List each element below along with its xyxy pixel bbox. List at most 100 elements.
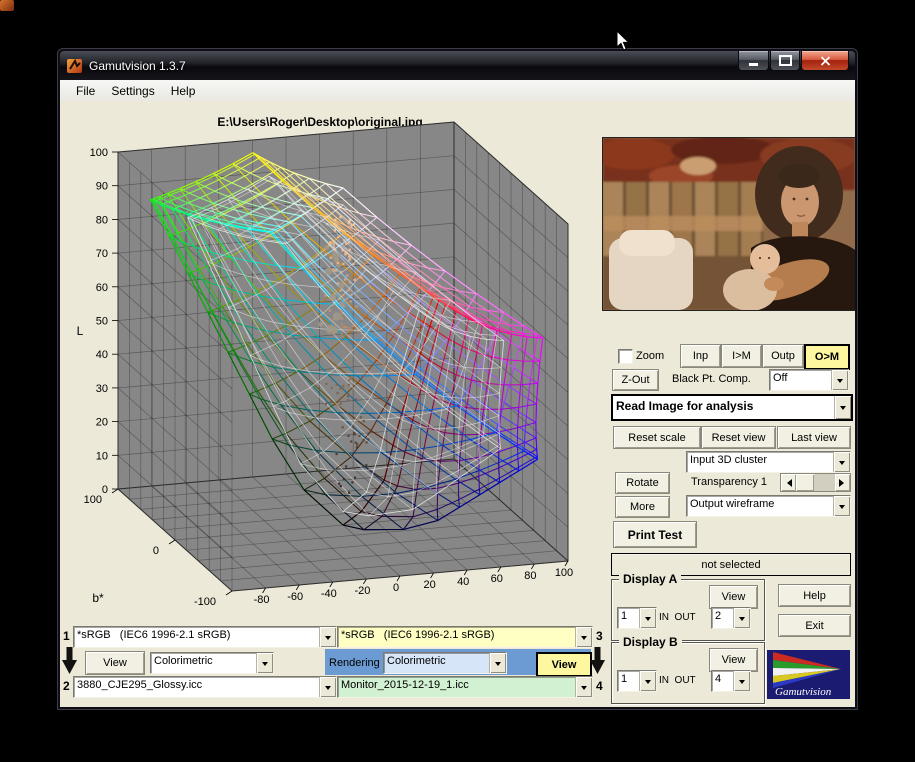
menu-file[interactable]: File	[68, 82, 103, 100]
svg-text:0: 0	[393, 582, 399, 594]
svg-text:L: L	[77, 324, 84, 338]
title-bar[interactable]: Gamutvision 1.3.7	[60, 51, 855, 80]
svg-text:70: 70	[96, 248, 108, 260]
output-display-value: Output wireframe	[687, 496, 833, 516]
svg-text:100: 100	[90, 147, 108, 159]
minimize-button[interactable]	[738, 51, 769, 71]
zoom-label: Zoom	[636, 350, 664, 362]
window-title: Gamutvision 1.3.7	[89, 59, 186, 73]
display-b-in-value: 1	[618, 671, 639, 691]
svg-text:30: 30	[96, 383, 108, 395]
o-m-button[interactable]: O>M	[804, 344, 850, 370]
menu-settings[interactable]: Settings	[103, 82, 162, 100]
analysis-mode-value: Read Image for analysis	[613, 396, 834, 419]
profile-1-select[interactable]: *sRGB (IEC6 1996-2.1 sRGB)	[73, 626, 337, 648]
desktop: { "window": { "title": "Gamutvision 1.3.…	[0, 0, 915, 762]
black-pt-comp-label: Black Pt. Comp.	[672, 373, 751, 385]
view-right-button[interactable]: View	[536, 652, 592, 677]
zoom-checkbox[interactable]	[618, 349, 633, 364]
svg-text:b*: b*	[92, 591, 104, 605]
display-a-in-select[interactable]: 1	[617, 607, 657, 629]
dropdown-arrow-icon[interactable]	[319, 627, 336, 647]
client-area: E:\Users\Roger\Desktop\original.jpg 1009…	[60, 101, 855, 707]
scroll-right-arrow-icon[interactable]	[835, 474, 850, 491]
outp-button[interactable]: Outp	[762, 344, 804, 368]
more-button[interactable]: More	[615, 496, 670, 518]
dropdown-arrow-icon[interactable]	[575, 627, 592, 647]
profile-2-value: 3880_CJE295_Glossy.icc	[74, 677, 319, 697]
dropdown-arrow-icon[interactable]	[733, 671, 750, 691]
profile-3-value: *sRGB (IEC6 1996-2.1 sRGB)	[338, 627, 575, 647]
intent-left-select[interactable]: Colorimetric	[150, 652, 274, 674]
last-view-button[interactable]: Last view	[777, 426, 851, 449]
flow-down-arrow-left-icon	[62, 647, 77, 674]
svg-text:-80: -80	[254, 594, 270, 606]
reset-scale-button[interactable]: Reset scale	[613, 426, 701, 449]
print-test-button[interactable]: Print Test	[613, 521, 697, 548]
display-a-title: Display A	[619, 572, 681, 586]
svg-text:100: 100	[555, 567, 573, 579]
black-pt-comp-value: Off	[770, 370, 831, 390]
gamut-3d-plot[interactable]: 1009080706050403020100-80-60-40-20020406…	[60, 109, 600, 624]
rotate-button[interactable]: Rotate	[615, 472, 670, 494]
reset-view-button[interactable]: Reset view	[701, 426, 776, 449]
profile-3-select[interactable]: *sRGB (IEC6 1996-2.1 sRGB)	[337, 626, 593, 648]
display-a-in-value: 1	[618, 608, 639, 628]
svg-text:-40: -40	[321, 588, 337, 600]
dropdown-arrow-icon[interactable]	[489, 653, 506, 673]
profile-2-select[interactable]: 3880_CJE295_Glossy.icc	[73, 676, 337, 698]
dropdown-arrow-icon[interactable]	[256, 653, 273, 673]
maximize-button[interactable]	[770, 51, 800, 71]
mouse-cursor	[616, 30, 631, 52]
slot-1-label: 1	[63, 629, 70, 643]
dropdown-arrow-icon[interactable]	[733, 608, 750, 628]
scrollbar-thumb[interactable]	[796, 474, 814, 491]
minimize-icon	[749, 63, 758, 66]
svg-text:-60: -60	[287, 591, 303, 603]
svg-text:40: 40	[96, 349, 108, 361]
svg-text:100: 100	[84, 494, 102, 506]
svg-text:60: 60	[491, 573, 503, 585]
display-a-out-select[interactable]: 2	[711, 607, 751, 629]
input-display-value: Input 3D cluster	[687, 452, 833, 472]
z-out-button[interactable]: Z-Out	[612, 369, 659, 391]
transparency-scrollbar[interactable]	[780, 473, 851, 492]
dropdown-arrow-icon[interactable]	[833, 452, 850, 472]
dropdown-arrow-icon[interactable]	[639, 608, 656, 628]
svg-text:90: 90	[96, 181, 108, 193]
view-left-button[interactable]: View	[85, 651, 145, 675]
analysis-mode-select[interactable]: Read Image for analysis	[611, 394, 853, 421]
display-b-title: Display B	[619, 635, 682, 649]
input-display-select[interactable]: Input 3D cluster	[686, 451, 851, 473]
menu-help[interactable]: Help	[163, 82, 204, 100]
display-b-view-button[interactable]: View	[709, 648, 758, 672]
inp-button[interactable]: Inp	[680, 344, 721, 368]
dropdown-arrow-icon[interactable]	[639, 671, 656, 691]
display-b-in-select[interactable]: 1	[617, 670, 657, 692]
close-button[interactable]	[801, 51, 849, 71]
preview-photo	[602, 137, 855, 311]
display-b-out-select[interactable]: 4	[711, 670, 751, 692]
i-m-button[interactable]: I>M	[721, 344, 762, 368]
dropdown-arrow-icon[interactable]	[831, 370, 848, 390]
intent-right-select[interactable]: Colorimetric	[383, 652, 507, 674]
display-a-out-value: 2	[712, 608, 733, 628]
svg-text:-100: -100	[194, 596, 216, 608]
svg-text:10: 10	[96, 450, 108, 462]
exit-button[interactable]: Exit	[778, 614, 851, 637]
display-a-view-button[interactable]: View	[709, 585, 758, 609]
output-display-select[interactable]: Output wireframe	[686, 495, 851, 517]
flow-down-arrow-right-icon	[590, 647, 605, 674]
profile-4-select[interactable]: Monitor_2015-12-19_1.icc	[337, 676, 593, 698]
black-pt-comp-select[interactable]: Off	[769, 369, 849, 391]
dropdown-arrow-icon[interactable]	[833, 496, 850, 516]
dropdown-arrow-icon[interactable]	[575, 677, 592, 697]
svg-text:80: 80	[524, 570, 536, 582]
scroll-left-arrow-icon[interactable]	[781, 474, 796, 491]
dropdown-arrow-icon[interactable]	[834, 396, 851, 419]
slot-4-label: 4	[596, 679, 603, 693]
svg-text:0: 0	[102, 484, 108, 496]
help-button[interactable]: Help	[778, 584, 851, 607]
dropdown-arrow-icon[interactable]	[319, 677, 336, 697]
display-b-out-value: 4	[712, 671, 733, 691]
